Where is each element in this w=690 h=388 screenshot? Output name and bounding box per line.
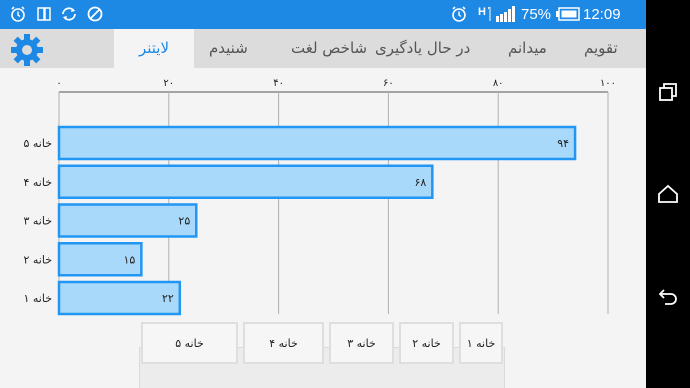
legend-box-2[interactable]: خانه ۲ <box>399 322 454 364</box>
tab-calendar[interactable]: تقویم <box>584 29 618 68</box>
category-label: خانه ۴ <box>23 176 52 189</box>
x-tick-label: ۴۰ <box>273 78 284 89</box>
bar-value-label: ۲۵ <box>178 215 190 228</box>
category-label: خانه ۵ <box>23 137 52 150</box>
settings-gear-icon[interactable] <box>9 32 45 68</box>
x-tick-label: ۱۰۰ <box>600 78 616 89</box>
clock: 12:09 PM <box>583 6 621 52</box>
bar <box>57 125 577 161</box>
network-type: H <box>478 6 486 18</box>
navigation-bar <box>646 0 690 388</box>
status-bar: H 75% 12:09 PM <box>0 0 646 52</box>
sim-card-icon <box>35 4 53 24</box>
sync-disabled-icon <box>86 4 104 24</box>
back-icon[interactable] <box>646 276 690 316</box>
x-tick-label: ۸۰ <box>493 78 504 89</box>
category-label: خانه ۲ <box>23 253 52 266</box>
battery-icon <box>556 4 580 24</box>
tab-bar: لایتنر شنیدم شاخص لغت در حال یادگیری مید… <box>0 29 646 68</box>
x-tick-label: ۶۰ <box>383 78 394 89</box>
legend-box-4[interactable]: خانه ۴ <box>243 322 324 364</box>
home-icon[interactable] <box>646 174 690 214</box>
tab-heard[interactable]: شنیدم <box>209 29 248 68</box>
tab-leitner[interactable]: لایتنر <box>114 29 194 68</box>
bar-value-label: ۶۸ <box>414 176 426 189</box>
legend-box-3[interactable]: خانه ۳ <box>329 322 394 364</box>
alarm-icon <box>9 4 27 24</box>
signal-icon <box>488 4 520 24</box>
alarm-clock-icon <box>450 4 468 24</box>
battery-percent: 75% <box>521 6 552 23</box>
legend-box-1[interactable]: خانه ۱ <box>459 322 503 364</box>
category-label: خانه ۱ <box>23 292 52 305</box>
x-tick-label: ۰ <box>56 78 61 89</box>
box-count-bar-chart: ۰ ۲۰ ۴۰ ۶۰ ۸۰ ۱۰۰ ۹۴ خانه ۵ ۶۸ خانه ۴ ۲۵ خانه ۳ ۱۵ خا… <box>23 78 616 316</box>
recents-icon[interactable] <box>646 72 690 112</box>
bar <box>57 203 198 238</box>
sync-icon <box>60 4 78 24</box>
category-label: خانه ۳ <box>23 215 52 228</box>
tab-learning[interactable]: در حال یادگیری <box>375 29 470 68</box>
app-content: لایتنر شنیدم شاخص لغت در حال یادگیری مید… <box>0 29 646 388</box>
bar <box>57 164 434 199</box>
bar-value-label: ۱۵ <box>124 253 136 266</box>
x-tick-label: ۲۰ <box>163 78 174 89</box>
legend-box-5[interactable]: خانه ۵ <box>141 322 238 364</box>
tab-known[interactable]: میدانم <box>508 29 547 68</box>
tab-word-index[interactable]: شاخص لغت <box>291 29 367 68</box>
bar-value-label: ۹۴ <box>557 137 569 150</box>
bar-value-label: ۲۲ <box>162 292 174 305</box>
